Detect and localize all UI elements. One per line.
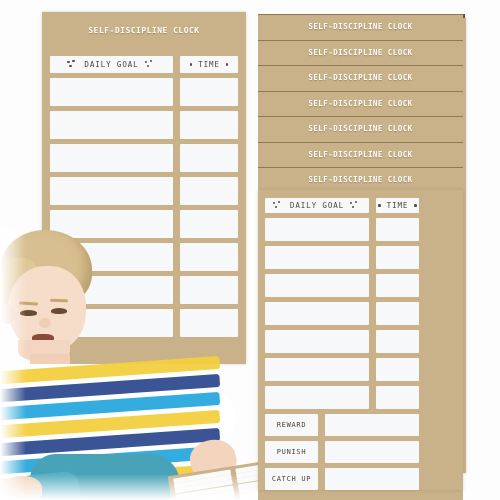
bottom-row-tag-label: CATCH UP <box>271 475 312 483</box>
front-card-entry-row <box>265 330 456 353</box>
photo-bottom-fade <box>0 474 270 500</box>
child-photo <box>0 228 246 500</box>
bottom-row-write-field[interactable] <box>325 441 419 463</box>
stacked-card-title: SELF-DISCIPLINE CLOCK <box>308 22 413 31</box>
goal-write-field[interactable] <box>265 302 369 325</box>
goal-write-field[interactable] <box>265 358 369 381</box>
front-card-entry-row <box>265 358 456 381</box>
three-dots-icon <box>272 201 284 210</box>
left-header-time: TIME <box>180 56 238 73</box>
left-card-entry-row <box>50 177 238 205</box>
dot-icon <box>378 204 381 207</box>
goal-write-field[interactable] <box>265 330 369 353</box>
stacked-card-title: SELF-DISCIPLINE CLOCK <box>308 149 413 159</box>
front-right-card: DAILY GOAL TIME REWARD PUNISH CATCH UP <box>258 190 463 490</box>
stacked-card-title: SELF-DISCIPLINE CLOCK <box>308 175 413 184</box>
goal-write-field[interactable] <box>265 386 369 409</box>
product-image-canvas: SELF-DISCIPLINE CLOCK SELF-DISCIPLINE CLO… <box>0 0 500 500</box>
time-write-field[interactable] <box>376 246 419 269</box>
time-write-field[interactable] <box>180 78 238 106</box>
left-card-header-row: DAILY GOAL TIME <box>50 56 238 73</box>
time-write-field[interactable] <box>376 330 419 353</box>
stacked-card-title: SELF-DISCIPLINE CLOCK <box>308 98 413 108</box>
front-card-entry-row <box>265 386 456 409</box>
front-card-entry-row <box>265 274 456 297</box>
bottom-row-tag-label: PUNISH <box>276 448 307 456</box>
time-write-field[interactable] <box>376 302 419 325</box>
left-header-daily-goal: DAILY GOAL <box>50 56 173 73</box>
time-write-field[interactable] <box>180 111 238 139</box>
time-write-field[interactable] <box>376 274 419 297</box>
front-card-bottom-row: REWARD <box>265 414 456 436</box>
left-card-title: SELF-DISCIPLINE CLOCK <box>88 26 200 35</box>
photo-left-fade <box>0 228 26 500</box>
three-dots-icon <box>67 60 78 69</box>
front-card-entry-row <box>265 246 456 269</box>
dot-icon <box>414 204 417 207</box>
front-card-bottom-row: PUNISH <box>265 441 456 463</box>
goal-write-field[interactable] <box>265 246 369 269</box>
goal-write-field[interactable] <box>265 218 369 241</box>
time-write-field[interactable] <box>180 177 238 205</box>
front-header-daily-goal: DAILY GOAL <box>265 198 369 213</box>
bottom-row-tag-label: REWARD <box>276 421 307 429</box>
left-card-entry-row <box>50 144 238 172</box>
stacked-card-title: SELF-DISCIPLINE CLOCK <box>308 47 413 57</box>
bottom-row-tag-catch-up: CATCH UP <box>265 468 318 490</box>
left-card-entry-row <box>50 78 238 106</box>
stacked-card-title: SELF-DISCIPLINE CLOCK <box>308 73 413 82</box>
bottom-row-write-field[interactable] <box>325 468 419 490</box>
dot-icon <box>225 63 229 66</box>
front-header-daily-goal-label: DAILY GOAL <box>289 201 345 210</box>
left-header-time-label: TIME <box>198 60 220 69</box>
front-card-entry-row <box>265 302 456 325</box>
stacked-card-title: SELF-DISCIPLINE CLOCK <box>308 124 413 133</box>
time-write-field[interactable] <box>376 358 419 381</box>
time-write-field[interactable] <box>180 144 238 172</box>
bottom-row-tag-punish: PUNISH <box>265 441 318 463</box>
front-card-entry-row <box>265 218 456 241</box>
front-card-bottom-row: CATCH UP <box>265 468 456 490</box>
time-write-field[interactable] <box>376 218 419 241</box>
bottom-row-tag-reward: REWARD <box>265 414 318 436</box>
three-dots-icon <box>350 201 361 210</box>
time-write-field[interactable] <box>376 386 419 409</box>
left-header-daily-goal-label: DAILY GOAL <box>84 60 139 69</box>
goal-write-field[interactable] <box>50 111 173 139</box>
front-card-header-row: DAILY GOAL TIME <box>265 198 456 213</box>
front-header-time-label: TIME <box>386 201 409 210</box>
front-header-time: TIME <box>376 198 419 213</box>
goal-write-field[interactable] <box>50 144 173 172</box>
goal-write-field[interactable] <box>50 78 173 106</box>
goal-write-field[interactable] <box>265 274 369 297</box>
three-dots-icon <box>144 60 156 69</box>
dot-icon <box>189 63 193 66</box>
bottom-row-write-field[interactable] <box>325 414 419 436</box>
left-card-entry-row <box>50 111 238 139</box>
goal-write-field[interactable] <box>50 177 173 205</box>
